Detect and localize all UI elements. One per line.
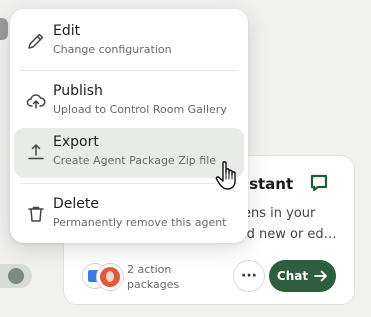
menu-item-subtitle: Upload to Control Room Gallery [53,103,227,116]
menu-item-title: Edit [53,23,81,39]
package-icon [96,263,124,291]
menu-item-export[interactable]: Export Create Agent Package Zip file [14,128,244,178]
menu-item-title: Publish [53,83,103,99]
menu-item-publish[interactable]: Publish Upload to Control Room Gallery [14,77,244,125]
packages-count-line-2: packages [127,278,180,291]
agent-card-description-line-1: ens in your [243,206,316,221]
arrow-right-icon [314,270,327,282]
chat-button-label: Chat [276,269,309,283]
menu-item-title: Delete [53,196,99,212]
agent-card-description-line-2: ld new or ed… [243,227,337,242]
menu-divider [20,70,238,71]
upload-icon [28,144,44,160]
background-toggle [0,264,32,288]
more-options-button[interactable]: ··· [233,260,265,292]
background-control-edge [0,18,8,40]
cloud-upload-icon [26,94,46,109]
chat-button[interactable]: Chat [269,260,336,292]
agent-options-menu: Edit Change configuration Publish Upload… [10,9,248,243]
menu-item-subtitle: Create Agent Package Zip file [53,154,217,167]
menu-item-title: Export [53,134,99,150]
hand-pointer-cursor-icon [215,161,236,190]
chat-bubble-icon [310,174,328,192]
menu-item-subtitle: Change configuration [53,43,172,56]
menu-item-edit[interactable]: Edit Change configuration [14,17,244,65]
package-icons [82,263,124,291]
menu-divider [20,183,238,184]
menu-item-delete[interactable]: Delete Permanently remove this agent [14,190,244,238]
packages-count-line-1: 2 action [127,263,172,276]
menu-item-subtitle: Permanently remove this agent [53,216,227,229]
packages-count: 2 action packages [127,262,179,292]
trash-icon [28,206,44,222]
pencil-icon [28,33,44,49]
